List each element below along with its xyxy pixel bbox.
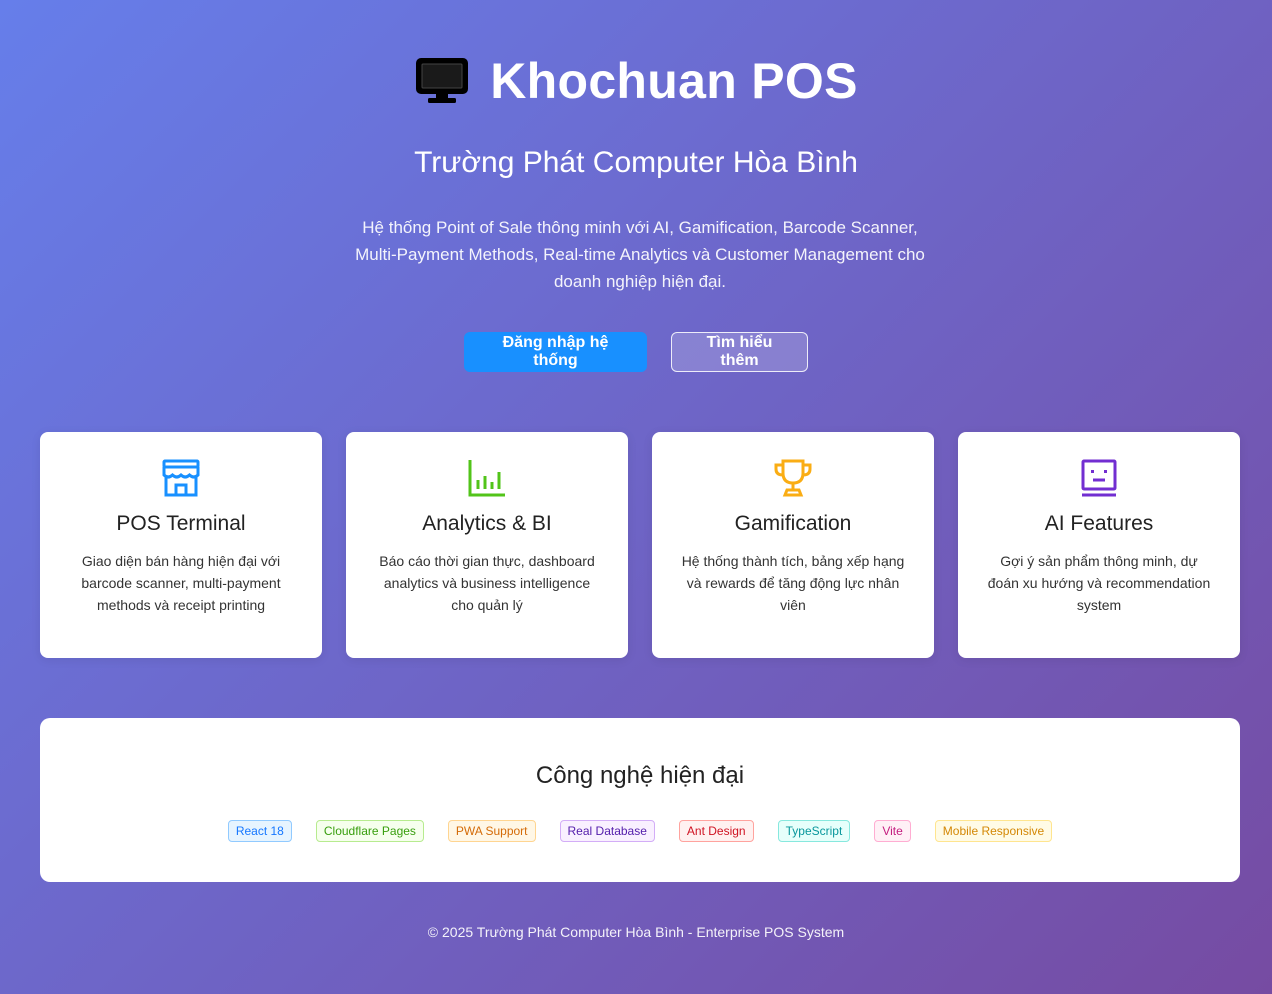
learn-more-button[interactable]: Tìm hiểu thêm (671, 332, 808, 372)
tech-tag: Real Database (559, 820, 655, 842)
tech-tag: Vite (874, 820, 911, 842)
tech-title: Công nghệ hiện đại (535, 762, 745, 789)
tech-tag: Ant Design (678, 820, 754, 842)
feature-description: Gợi ý sản phẩm thông minh, dự đoán xu hư… (987, 553, 1211, 613)
feature-card-analytics: Analytics & BI Báo cáo thời gian thực, d… (346, 432, 628, 658)
desktop-icon (416, 58, 469, 103)
app-title: Khochuan POS (490, 53, 858, 109)
feature-card-gamification: Gamification Hệ thống thành tích, bảng x… (652, 432, 934, 658)
feature-title: Analytics & BI (422, 512, 552, 535)
feature-description: Giao diện bán hàng hiện đại với barcode … (81, 553, 281, 613)
feature-description: Hệ thống thành tích, bảng xếp hạng và re… (681, 553, 905, 613)
hero-description: Hệ thống Point of Sale thông minh với AI… (355, 218, 925, 291)
tech-tag: TypeScript (777, 820, 851, 842)
login-button[interactable]: Đăng nhập hệ thống (464, 332, 647, 372)
company-subtitle: Trường Phát Computer Hòa Bình (414, 146, 858, 179)
feature-title: Gamification (734, 512, 852, 535)
hero-actions: Đăng nhập hệ thống Tìm hiểu thêm (0, 332, 1272, 372)
bar-chart-icon (468, 460, 505, 497)
feature-cards: POS Terminal Giao diện bán hàng hiện đại… (40, 432, 1240, 658)
feature-title: AI Features (1044, 512, 1154, 535)
feature-card-ai: AI Features Gợi ý sản phẩm thông minh, d… (958, 432, 1240, 658)
tech-tag: Cloudflare Pages (315, 820, 424, 842)
tech-tag: Mobile Responsive (934, 820, 1053, 842)
feature-title: POS Terminal (116, 512, 246, 535)
trophy-icon (774, 459, 812, 497)
app-header: Khochuan POS (0, 52, 1272, 110)
tech-tag: React 18 (227, 820, 292, 842)
tech-section: Công nghệ hiện đại React 18 Cloudflare P… (40, 718, 1240, 882)
tech-tag: PWA Support (447, 820, 536, 842)
tech-tags: React 18 Cloudflare Pages PWA Support Re… (40, 820, 1240, 842)
robot-icon (1081, 459, 1117, 497)
shop-icon (162, 459, 200, 497)
footer-copyright: © 2025 Trường Phát Computer Hòa Bình - E… (427, 924, 845, 940)
feature-card-pos-terminal: POS Terminal Giao diện bán hàng hiện đại… (40, 432, 322, 658)
feature-description: Báo cáo thời gian thực, dashboard analyt… (379, 553, 595, 613)
